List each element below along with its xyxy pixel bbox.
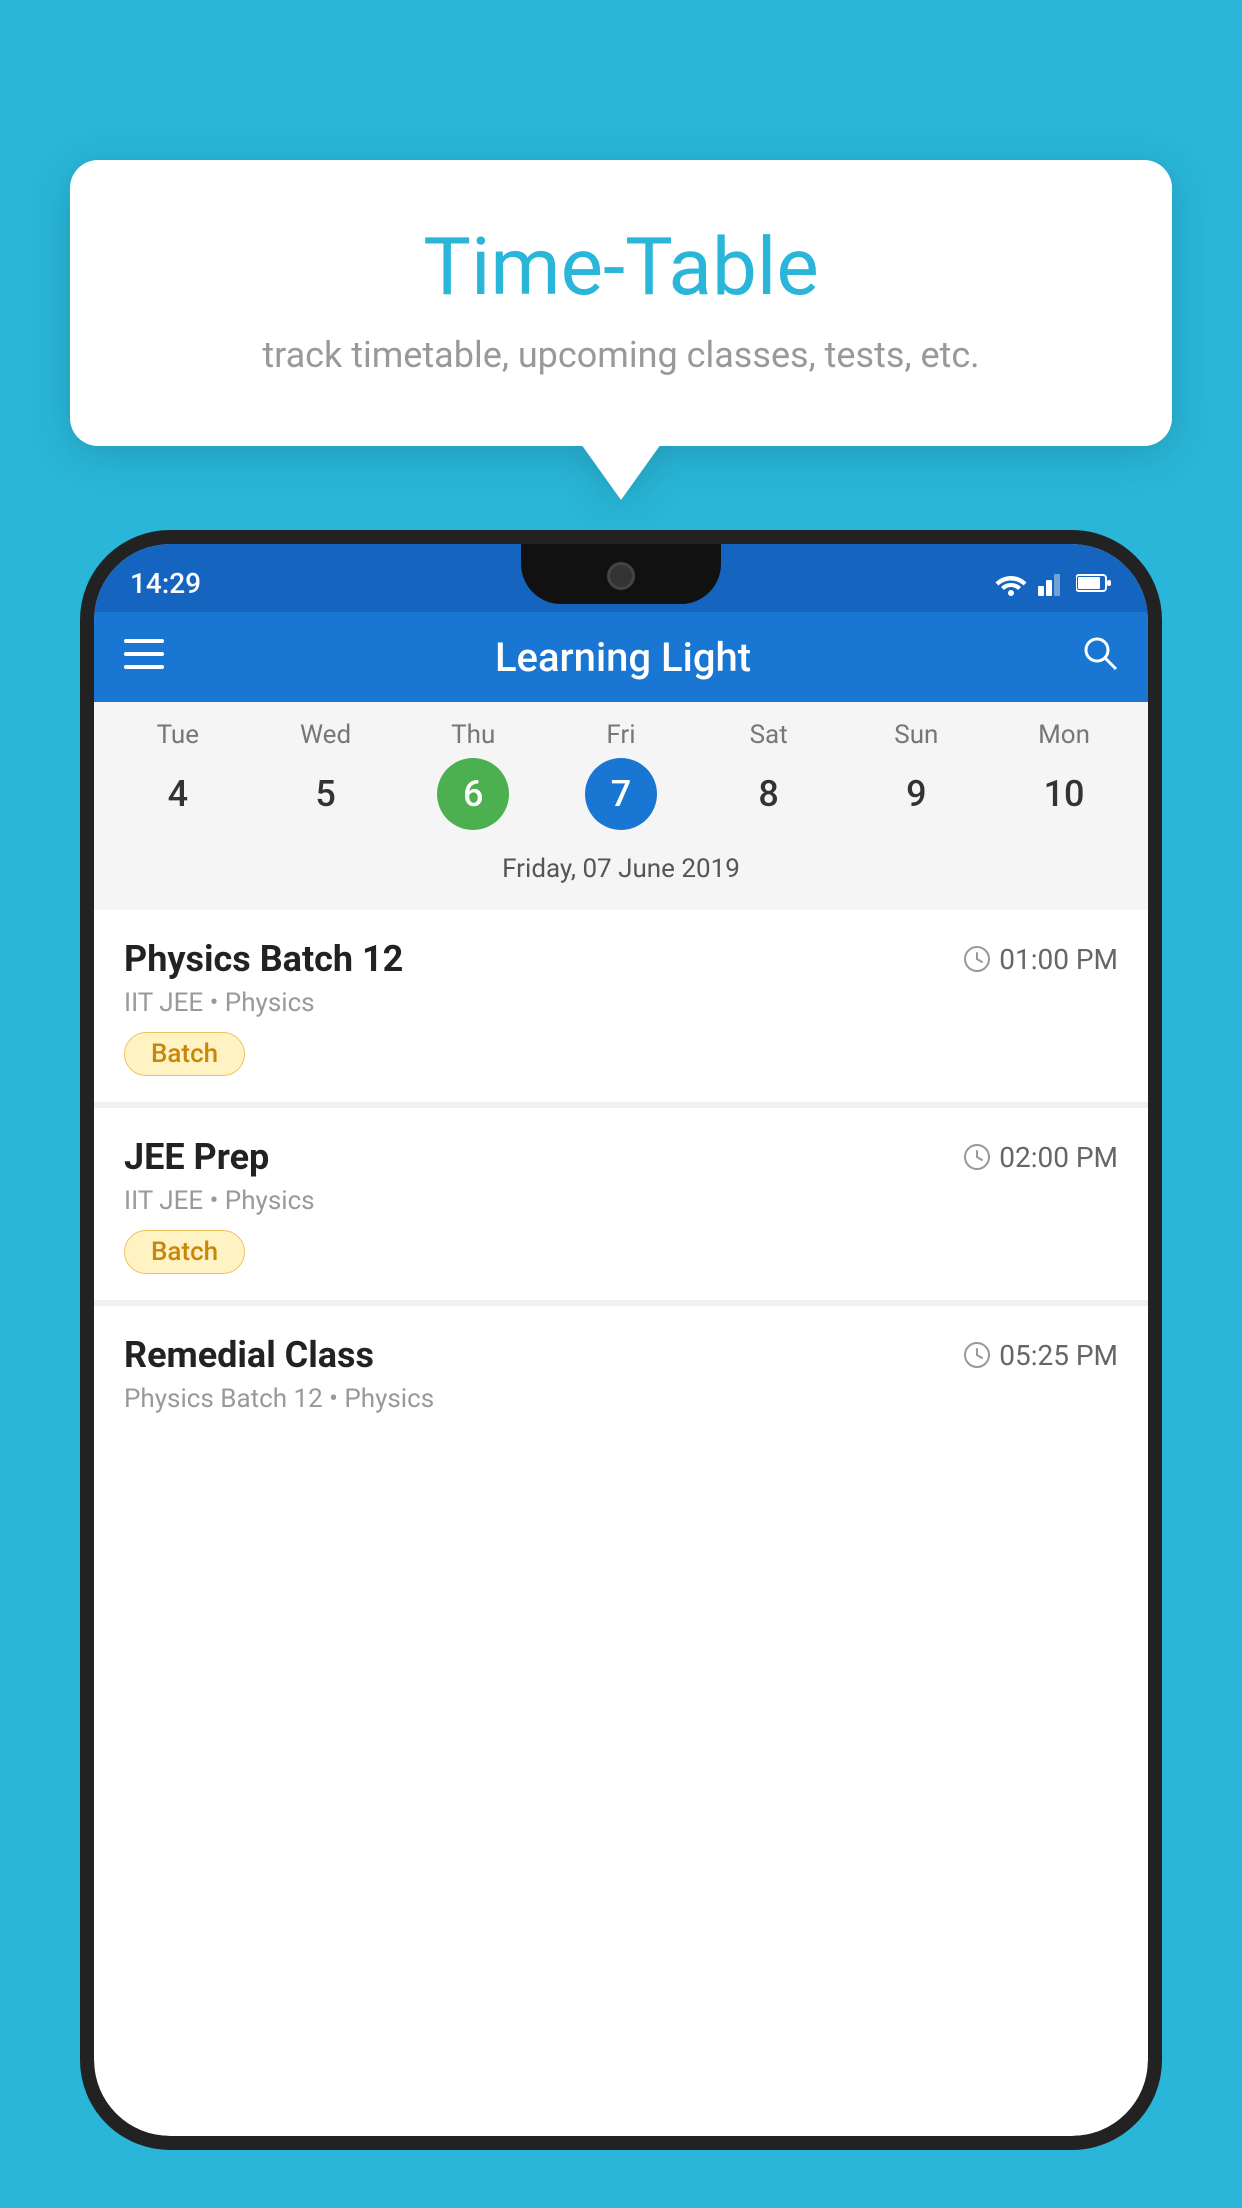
- tooltip-card: Time-Table track timetable, upcoming cla…: [70, 160, 1172, 446]
- day-label-4: Sat: [750, 720, 788, 750]
- app-title: Learning Light: [495, 634, 751, 681]
- day-number-5[interactable]: 9: [880, 758, 952, 830]
- day-label-6: Mon: [1038, 720, 1090, 750]
- tooltip-title: Time-Table: [130, 220, 1112, 314]
- wifi-icon: [994, 570, 1028, 596]
- class-name-0: Physics Batch 12: [124, 938, 403, 980]
- class-time-2: 05:25 PM: [963, 1339, 1118, 1372]
- day-number-3[interactable]: 7: [585, 758, 657, 830]
- phone-frame: 14:29: [80, 530, 1162, 2150]
- class-item-1[interactable]: JEE Prep 02:00 PM IIT JEE • Physics Batch: [94, 1108, 1148, 1300]
- days-row: Tue 4 Wed 5 Thu 6 Fri 7 Sat 8 Sun 9 Mon 10: [104, 720, 1138, 830]
- search-button[interactable]: [1082, 635, 1118, 680]
- signal-icon: [1038, 570, 1066, 596]
- day-number-6[interactable]: 10: [1028, 758, 1100, 830]
- day-label-0: Tue: [157, 720, 199, 750]
- day-number-2[interactable]: 6: [437, 758, 509, 830]
- day-number-0[interactable]: 4: [142, 758, 214, 830]
- day-cell-fri[interactable]: Fri 7: [556, 720, 686, 830]
- batch-badge-1: Batch: [124, 1230, 245, 1274]
- battery-icon: [1076, 573, 1112, 593]
- phone-container: 14:29: [80, 530, 1162, 2208]
- menu-button[interactable]: [124, 636, 164, 678]
- class-name-2: Remedial Class: [124, 1334, 374, 1376]
- status-time: 14:29: [130, 567, 201, 600]
- tooltip-subtitle: track timetable, upcoming classes, tests…: [130, 334, 1112, 376]
- class-list: Physics Batch 12 01:00 PM IIT JEE • Physic…: [94, 910, 1148, 1454]
- class-subject-0: IIT JEE • Physics: [124, 988, 1118, 1018]
- power-button[interactable]: [1148, 944, 1162, 1024]
- day-label-5: Sun: [894, 720, 938, 750]
- phone-notch: [521, 544, 721, 604]
- clock-icon-2: [963, 1341, 991, 1369]
- class-item-0[interactable]: Physics Batch 12 01:00 PM IIT JEE • Physic…: [94, 910, 1148, 1102]
- app-header: Learning Light: [94, 612, 1148, 702]
- day-number-1[interactable]: 5: [290, 758, 362, 830]
- day-cell-wed[interactable]: Wed 5: [261, 720, 391, 830]
- clock-icon-1: [963, 1143, 991, 1171]
- day-label-1: Wed: [300, 720, 351, 750]
- selected-date-label: Friday, 07 June 2019: [104, 840, 1138, 900]
- status-icons: [994, 570, 1112, 596]
- day-label-2: Thu: [451, 720, 495, 750]
- day-number-4[interactable]: 8: [733, 758, 805, 830]
- class-name-1: JEE Prep: [124, 1136, 269, 1178]
- batch-badge-0: Batch: [124, 1032, 245, 1076]
- silent-button[interactable]: [80, 1054, 94, 1154]
- day-label-3: Fri: [606, 720, 635, 750]
- day-cell-sat[interactable]: Sat 8: [704, 720, 834, 830]
- day-cell-mon[interactable]: Mon 10: [999, 720, 1129, 830]
- class-subject-2: Physics Batch 12 • Physics: [124, 1384, 1118, 1414]
- volume-up-button[interactable]: [80, 844, 94, 904]
- day-cell-tue[interactable]: Tue 4: [113, 720, 243, 830]
- class-item-2[interactable]: Remedial Class 05:25 PM Physics Batch 12 •…: [94, 1306, 1148, 1454]
- day-cell-thu[interactable]: Thu 6: [408, 720, 538, 830]
- volume-down-button[interactable]: [80, 934, 94, 1034]
- phone-screen: 14:29: [94, 544, 1148, 2136]
- class-time-0: 01:00 PM: [963, 943, 1118, 976]
- day-cell-sun[interactable]: Sun 9: [851, 720, 981, 830]
- clock-icon-0: [963, 945, 991, 973]
- class-time-1: 02:00 PM: [963, 1141, 1118, 1174]
- calendar-strip: Tue 4 Wed 5 Thu 6 Fri 7 Sat 8 Sun 9 Mon 10 Friday, 07…: [94, 702, 1148, 910]
- class-subject-1: IIT JEE • Physics: [124, 1186, 1118, 1216]
- phone-camera: [607, 562, 635, 590]
